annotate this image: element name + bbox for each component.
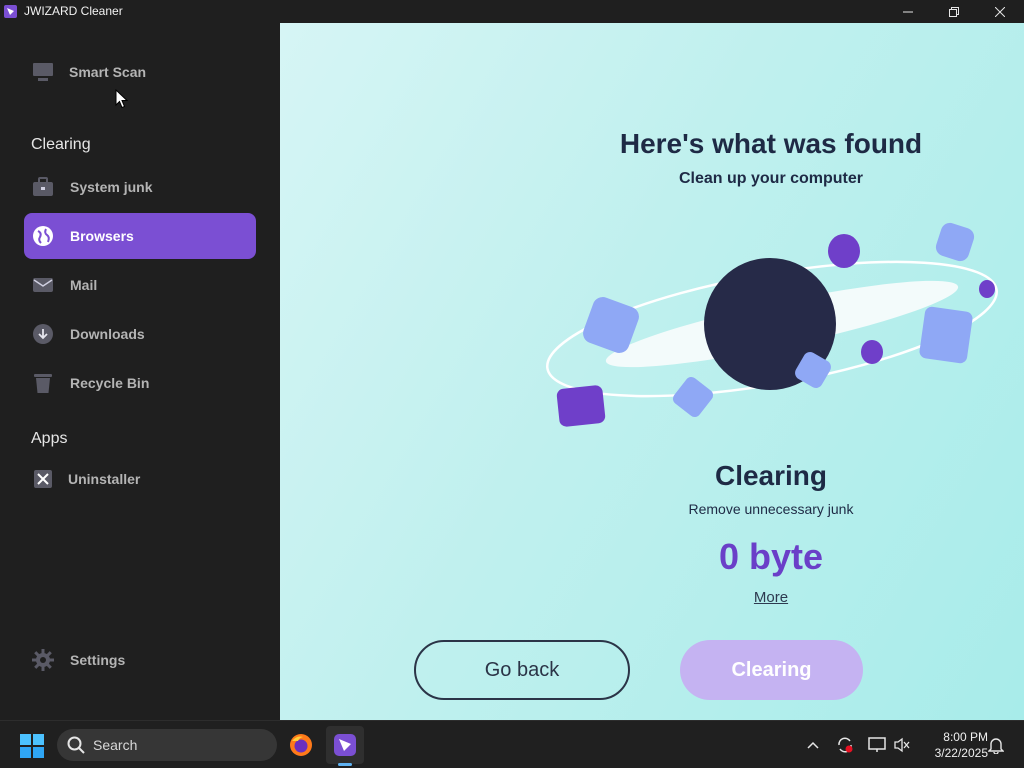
close-icon <box>995 6 1005 17</box>
mouse-cursor-icon <box>115 89 129 109</box>
sidebar-item-label: Downloads <box>70 326 145 342</box>
sidebar-item-uninstaller[interactable]: Uninstaller <box>24 456 256 502</box>
app-logo-icon <box>4 5 17 18</box>
active-app-indicator <box>338 763 352 766</box>
network-icon <box>868 737 886 752</box>
taskbar-search[interactable]: Search <box>57 729 277 761</box>
sidebar-item-label: Recycle Bin <box>70 375 150 391</box>
download-icon <box>32 323 54 345</box>
more-link[interactable]: More <box>712 589 830 606</box>
trash-icon <box>32 372 54 394</box>
uninstall-icon <box>32 468 54 490</box>
junk-size-value: 0 byte <box>718 536 824 577</box>
window-title: JWIZARD Cleaner <box>24 4 123 18</box>
sidebar-item-label: Mail <box>70 277 98 293</box>
monitor-icon <box>32 61 54 83</box>
briefcase-icon <box>32 176 54 198</box>
taskbar: Search 8:00 PM 3/22/2025 <box>0 720 1024 768</box>
title-bar: JWIZARD Cleaner <box>0 0 1024 23</box>
sidebar-item-downloads[interactable]: Downloads <box>24 311 256 357</box>
planet-illustration <box>546 222 998 427</box>
tray-sync[interactable] <box>835 735 855 755</box>
mail-icon <box>32 274 54 296</box>
chevron-up-icon <box>807 741 819 749</box>
results-subheading: Clean up your computer <box>678 170 864 187</box>
go-back-button[interactable]: Go back <box>414 640 630 700</box>
tray-volume[interactable] <box>892 735 912 755</box>
firefox-icon <box>290 734 312 756</box>
sidebar-item-mail[interactable]: Mail <box>24 262 256 308</box>
sidebar-item-recycle-bin[interactable]: Recycle Bin <box>24 360 256 406</box>
clock-time: 8:00 PM <box>943 730 988 744</box>
sync-icon <box>838 737 853 753</box>
sidebar-item-label: Uninstaller <box>68 471 141 487</box>
globe-icon <box>32 225 54 247</box>
taskbar-clock[interactable]: 8:00 PM 3/22/2025 <box>918 729 988 761</box>
sidebar-item-settings[interactable]: Settings <box>24 637 256 683</box>
sidebar-item-smart-scan[interactable]: Smart Scan <box>24 49 256 95</box>
status-title: Clearing <box>714 460 828 491</box>
taskbar-jwizard-cleaner[interactable] <box>326 726 364 764</box>
section-heading-apps: Apps <box>31 430 68 447</box>
sidebar: Smart Scan Clearing System junk Browsers… <box>0 23 280 720</box>
tray-notifications[interactable] <box>986 735 1006 755</box>
search-icon <box>67 736 85 754</box>
taskbar-firefox[interactable] <box>282 726 320 764</box>
sidebar-item-label: Browsers <box>70 228 134 244</box>
windows-start-icon[interactable] <box>20 734 44 758</box>
bell-icon <box>988 738 1004 754</box>
gear-icon <box>32 649 54 671</box>
section-heading-clearing: Clearing <box>31 136 91 153</box>
sidebar-item-system-junk[interactable]: System junk <box>24 164 256 210</box>
sidebar-item-label: Smart Scan <box>69 64 147 80</box>
sidebar-item-label: Settings <box>70 652 126 668</box>
status-description: Remove unnecessary junk <box>688 501 854 517</box>
main-panel: Here's what was found Clean up your comp… <box>280 23 1024 720</box>
jwizard-app-icon <box>334 734 356 756</box>
volume-muted-icon <box>894 737 910 753</box>
tray-network[interactable] <box>867 735 887 755</box>
restore-icon <box>949 6 959 17</box>
tray-overflow[interactable] <box>803 735 823 755</box>
sidebar-item-label: System junk <box>70 179 153 195</box>
clearing-button[interactable]: Clearing <box>680 640 863 700</box>
close-button[interactable] <box>977 0 1023 23</box>
minimize-icon <box>903 11 913 12</box>
maximize-button[interactable] <box>931 0 977 23</box>
search-placeholder: Search <box>93 737 138 753</box>
clock-date: 3/22/2025 <box>934 746 988 760</box>
sidebar-item-browsers[interactable]: Browsers <box>24 213 256 259</box>
results-heading: Here's what was found <box>619 128 923 159</box>
minimize-button[interactable] <box>885 0 931 23</box>
